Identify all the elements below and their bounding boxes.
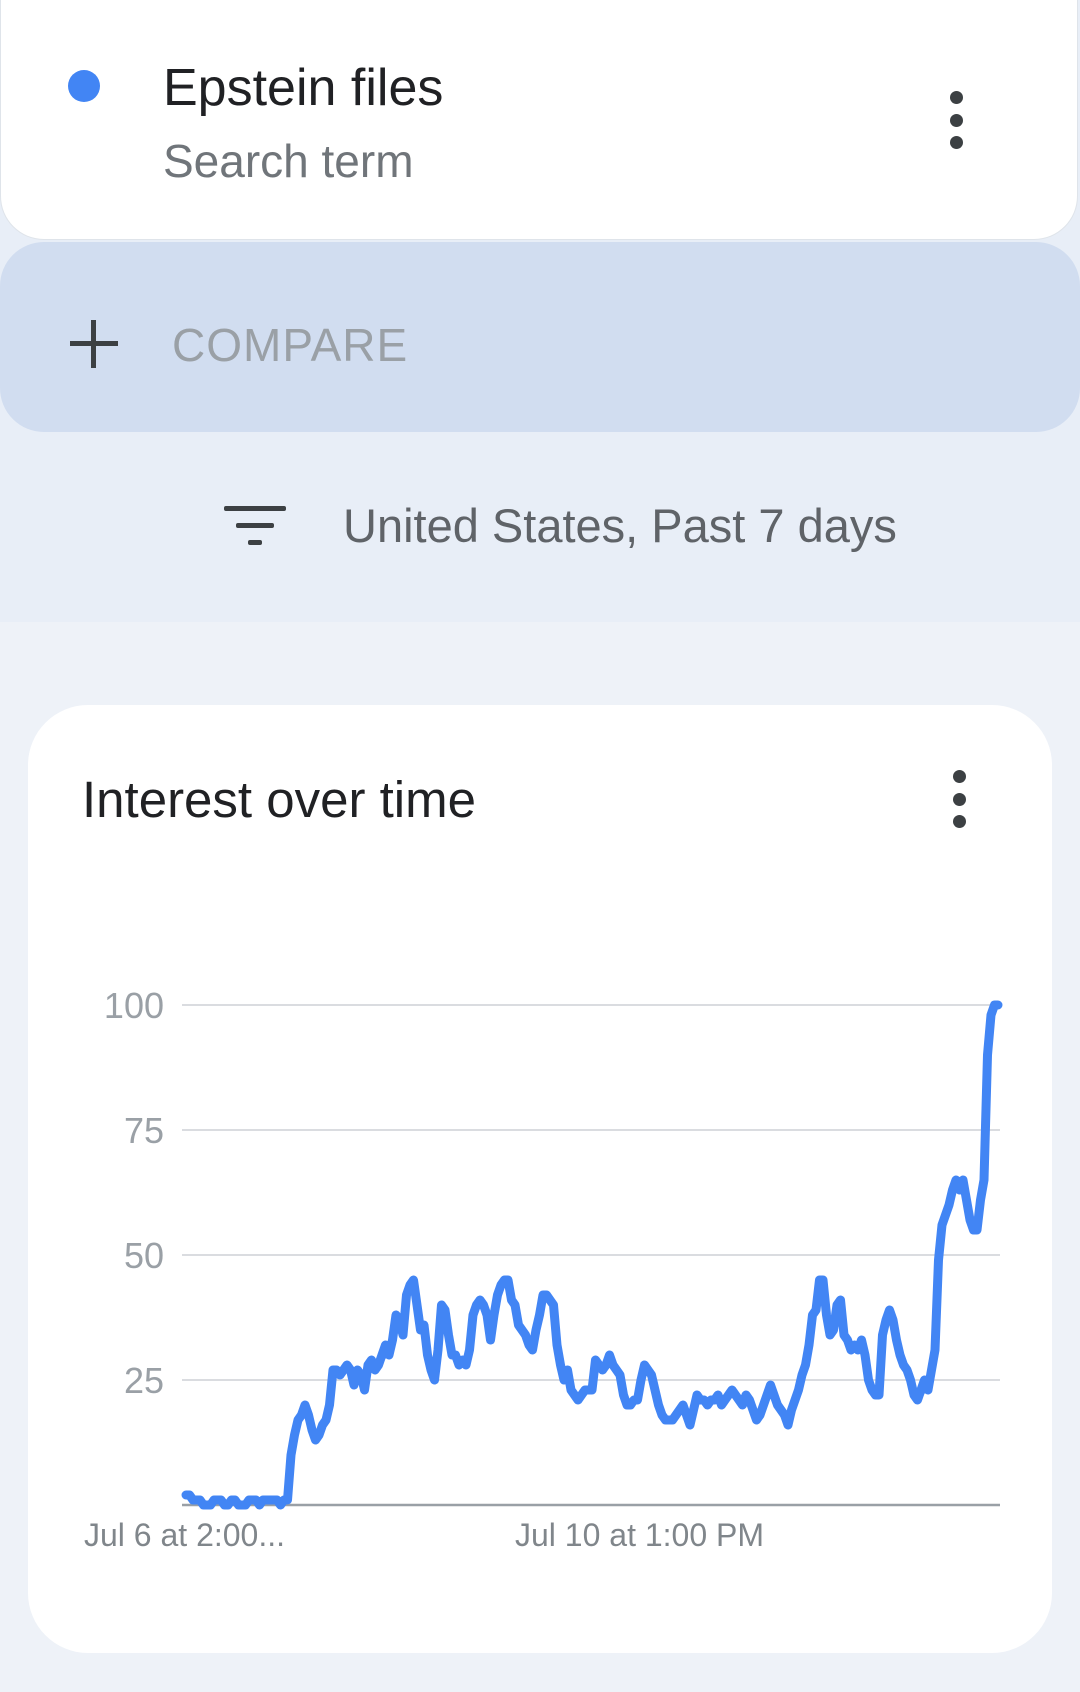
- y-tick-label: 25: [124, 1360, 164, 1401]
- interest-chart: 100 75 50 25 Jul 6 at 2:00... Jul 10 at 1:00 …: [84, 985, 1003, 1553]
- y-tick-label: 50: [124, 1235, 164, 1276]
- x-tick-label: Jul 6 at 2:00...: [84, 1517, 285, 1553]
- x-tick-label: Jul 10 at 1:00 PM: [515, 1517, 764, 1553]
- y-tick-label: 100: [104, 985, 164, 1026]
- y-tick-label: 75: [124, 1110, 164, 1151]
